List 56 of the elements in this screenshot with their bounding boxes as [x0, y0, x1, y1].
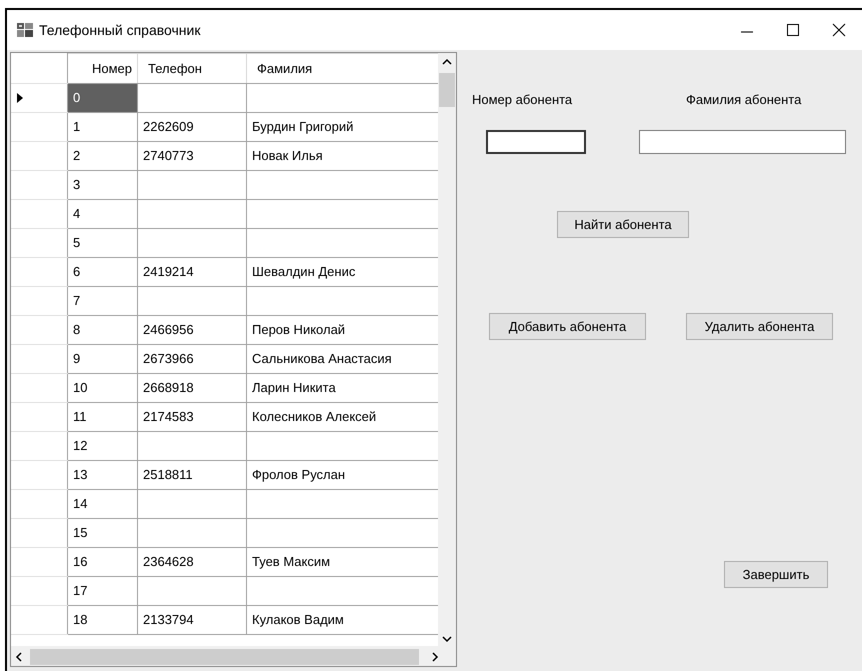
table-cell: 2419214: [143, 264, 194, 280]
table-cell: Туев Максим: [252, 554, 330, 570]
selected-cell[interactable]: 0: [68, 84, 138, 112]
table-cell: 1: [73, 119, 80, 134]
table-cell: 13: [73, 467, 88, 482]
table-cell: Шевалдин Денис: [252, 264, 356, 280]
table-cell: 2668918: [143, 380, 194, 396]
table-cell: 16: [73, 554, 88, 570]
surname-label: Фамилия абонента: [686, 91, 802, 109]
table-cell: 2: [73, 148, 80, 164]
table-cell: 2262609: [143, 119, 194, 134]
table-cell: 10: [73, 380, 88, 396]
delete-button[interactable]: Удалить абонента: [686, 313, 833, 340]
table-cell: 15: [73, 525, 88, 540]
table-cell: Сальникова Анастасия: [252, 351, 392, 366]
table-cell: 7: [73, 293, 80, 308]
number-field[interactable]: [486, 130, 586, 154]
table-cell: Кулаков Вадим: [252, 612, 344, 628]
horizontal-scrollbar[interactable]: [11, 646, 456, 666]
number-label: Номер абонента: [472, 91, 572, 109]
table-cell: 18: [73, 612, 88, 628]
table-cell: Новак Илья: [252, 148, 323, 164]
table-cell: 8: [73, 322, 80, 338]
table-cell: 11: [73, 409, 86, 424]
table-cell: Перов Николай: [252, 322, 346, 338]
maximize-icon: [786, 23, 800, 37]
table-cell: Бурдин Григорий: [252, 119, 354, 134]
table-cell: 2174583: [143, 409, 194, 424]
table-cell: Колесников Алексей: [252, 409, 376, 424]
surname-field[interactable]: [639, 130, 846, 154]
table-cell: 2740773: [143, 148, 194, 164]
table-cell: 2133794: [143, 612, 194, 628]
table-cell: 2364628: [143, 554, 194, 570]
finish-button[interactable]: Завершить: [724, 561, 828, 588]
table-cell: 0: [73, 90, 80, 106]
table-cell: 2518811: [143, 467, 193, 482]
table-cell: 2673966: [143, 351, 194, 366]
add-button[interactable]: Добавить абонента: [489, 313, 646, 340]
table-cell: 12: [73, 438, 88, 454]
table-cell: 14: [73, 496, 88, 512]
app-icon: [17, 23, 33, 37]
table-cell: 4: [73, 206, 80, 222]
table-cell: 5: [73, 235, 80, 250]
find-button[interactable]: Найти абонента: [557, 211, 689, 238]
minimize-icon: [740, 31, 754, 33]
table-cell: 2466956: [143, 322, 194, 338]
window-title: Телефонный справочник: [39, 20, 200, 40]
table-cell: Фролов Руслан: [252, 467, 346, 482]
vertical-scrollbar[interactable]: [438, 53, 456, 648]
table-cell: 6: [73, 264, 80, 280]
column-header[interactable]: Телефон: [138, 54, 246, 84]
table-cell: Ларин Никита: [252, 380, 336, 396]
table-cell: 17: [73, 583, 88, 598]
close-icon: [832, 23, 846, 37]
table-cell: 3: [73, 177, 80, 192]
table-cell: 9: [73, 351, 80, 366]
